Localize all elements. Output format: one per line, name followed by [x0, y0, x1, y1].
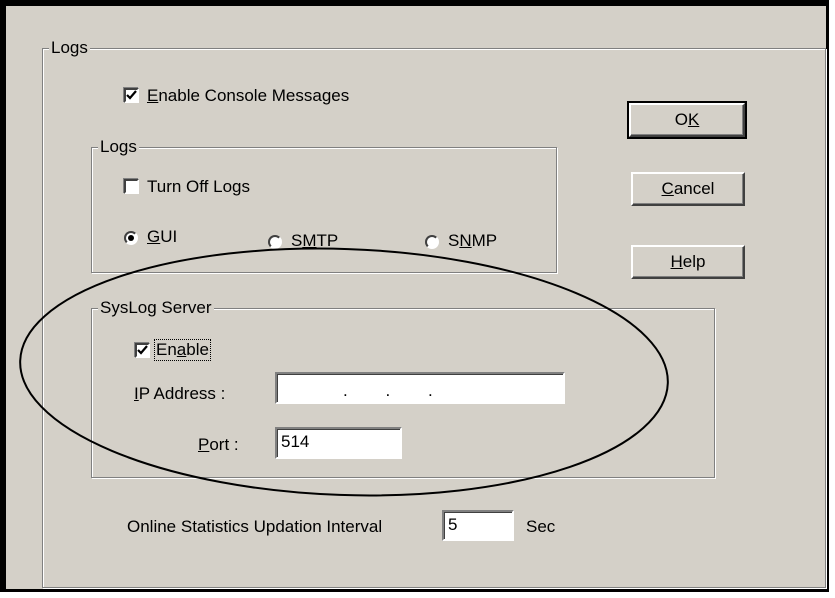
- ip-address-input[interactable]: . . .: [275, 372, 565, 404]
- radio-snmp-label[interactable]: SNMP: [448, 231, 497, 251]
- mnemonic: a: [176, 340, 187, 359]
- label-part: P Address :: [138, 384, 226, 403]
- enable-console-messages-checkbox[interactable]: [124, 88, 139, 103]
- syslog-enable-label[interactable]: Enable: [154, 339, 211, 361]
- label-part: UI: [160, 227, 178, 246]
- radio-snmp[interactable]: [425, 235, 439, 249]
- mnemonic: K: [687, 110, 700, 129]
- ip-address-dots: . . .: [343, 381, 433, 400]
- label-part: nable Console Messages: [158, 86, 350, 105]
- syslog-enable-checkbox[interactable]: [135, 343, 150, 358]
- logs-group: Logs: [91, 137, 557, 273]
- dialog-window: Logs Enable Console Messages Logs Turn O…: [0, 0, 829, 592]
- stats-interval-value: 5: [448, 515, 458, 534]
- label-part: ort :: [209, 435, 239, 454]
- label-part: En: [156, 340, 177, 359]
- label-part: S: [448, 231, 460, 250]
- ip-address-label: IP Address :: [134, 384, 225, 404]
- turn-off-logs-label[interactable]: Turn Off Logs: [147, 177, 250, 197]
- help-button[interactable]: Help: [631, 245, 745, 279]
- radio-gui-label[interactable]: GUI: [147, 227, 177, 247]
- radio-smtp-label[interactable]: SMTP: [291, 231, 338, 251]
- cancel-button[interactable]: Cancel: [631, 172, 745, 206]
- label-part: TP: [316, 231, 339, 250]
- mnemonic: H: [670, 252, 683, 271]
- checkmark-icon: [137, 345, 148, 355]
- checkmark-icon: [126, 90, 137, 100]
- stats-interval-label: Online Statistics Updation Interval: [127, 517, 383, 536]
- port-label: Port :: [198, 435, 239, 455]
- label-part: elp: [682, 252, 706, 271]
- port-input[interactable]: 514: [275, 427, 402, 459]
- mnemonic: P: [198, 435, 210, 454]
- outer-logs-group-title: Logs: [49, 38, 90, 58]
- syslog-server-group-title: SysLog Server: [98, 298, 214, 318]
- label-part: ble: [186, 340, 209, 359]
- mnemonic: M: [302, 231, 317, 250]
- turn-off-logs-checkbox[interactable]: [124, 179, 139, 194]
- mnemonic: C: [661, 179, 674, 198]
- ok-button[interactable]: OK: [627, 101, 747, 139]
- radio-selected-dot: [128, 235, 134, 241]
- port-value: 514: [281, 432, 310, 451]
- enable-console-messages-label[interactable]: Enable Console Messages: [147, 86, 349, 106]
- mnemonic: E: [147, 86, 159, 105]
- label-part: MP: [471, 231, 498, 250]
- mnemonic: N: [459, 231, 472, 250]
- mnemonic: G: [147, 227, 161, 246]
- stats-interval-unit: Sec: [526, 517, 556, 536]
- label-part: ancel: [673, 179, 715, 198]
- logs-group-title: Logs: [98, 137, 139, 157]
- label-part: S: [291, 231, 303, 250]
- label-part: O: [674, 110, 688, 129]
- stats-interval-input[interactable]: 5: [442, 510, 514, 541]
- radio-gui[interactable]: [124, 231, 138, 245]
- radio-smtp[interactable]: [268, 235, 282, 249]
